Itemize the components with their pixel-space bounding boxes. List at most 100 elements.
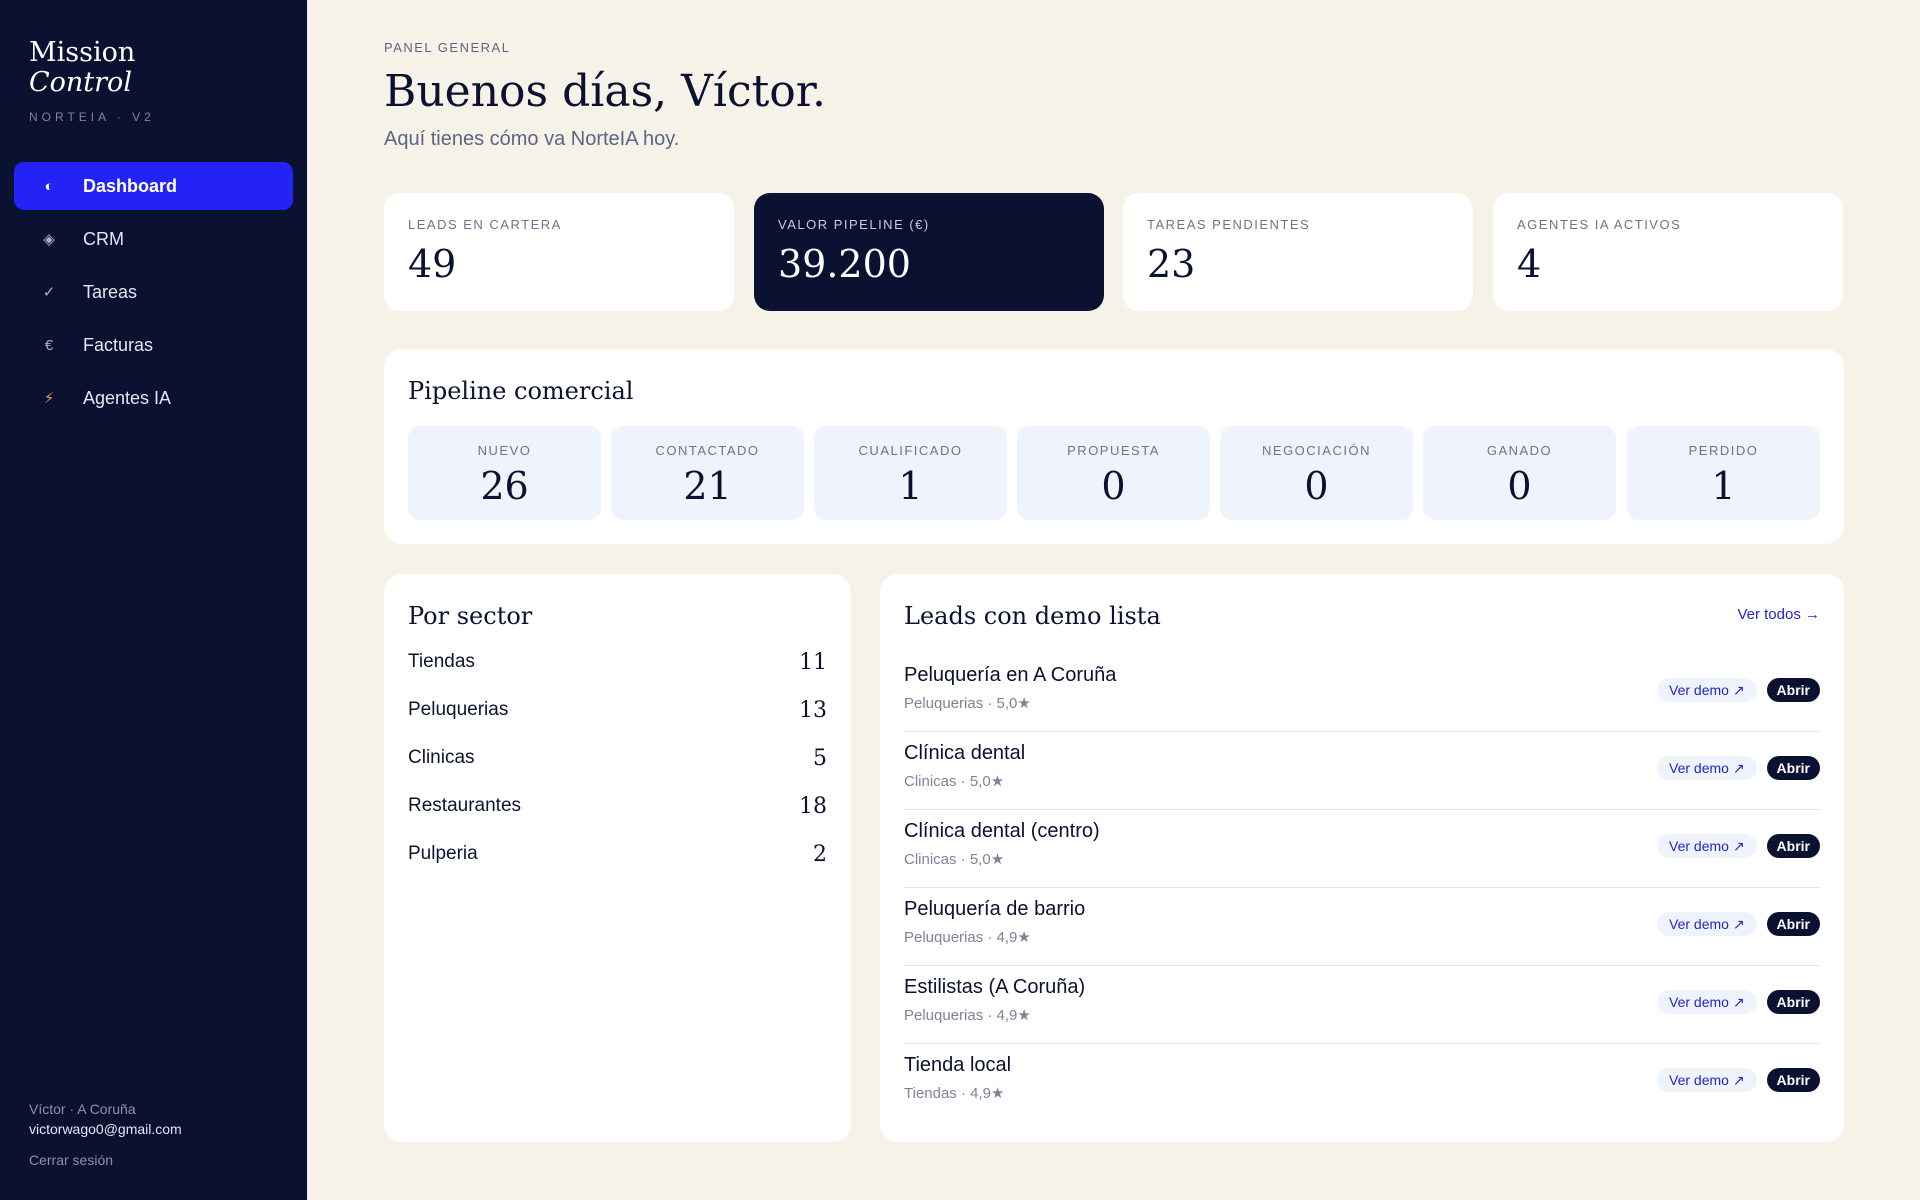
sector-panel: Por sector Tiendas 11 Peluquerias 13 Cli… bbox=[384, 574, 851, 1142]
lead-meta: Clinicas · 5,0★ bbox=[904, 773, 1005, 790]
lead-name: Estilistas (A Coruña) bbox=[904, 976, 1086, 998]
pipeline-stage-cualificado[interactable]: CUALIFICADO 1 bbox=[814, 426, 1007, 520]
lead-meta: Peluquerias · 5,0★ bbox=[904, 695, 1031, 712]
list-item: Peluquería de barrio Peluquerias · 4,9★ … bbox=[904, 888, 1820, 966]
stat-value: 4 bbox=[1517, 242, 1542, 286]
sidebar-item-label: Tareas bbox=[83, 281, 138, 302]
stage-value: 1 bbox=[898, 464, 923, 508]
brand-logo: Mission Control NORTEIA · V2 bbox=[29, 38, 155, 125]
lead-name: Peluquería de barrio bbox=[904, 898, 1086, 920]
sidebar: Mission Control NORTEIA · V2 ◐ Dashboard… bbox=[0, 0, 307, 1200]
view-demo-button[interactable]: Ver demo ↗ bbox=[1657, 834, 1757, 858]
euro-icon: € bbox=[44, 336, 54, 354]
stat-value: 49 bbox=[408, 242, 457, 286]
stat-label: VALOR PIPELINE (€) bbox=[778, 217, 930, 232]
check-icon: ✓ bbox=[42, 284, 56, 301]
pipeline-stage-negociacion[interactable]: NEGOCIACIÓN 0 bbox=[1220, 426, 1413, 520]
sidebar-item-facturas[interactable]: € Facturas bbox=[14, 321, 293, 369]
sidebar-item-label: Dashboard bbox=[83, 175, 178, 196]
sidebar-item-dashboard[interactable]: ◐ Dashboard bbox=[14, 162, 293, 210]
lead-actions: Ver demo ↗ Abrir bbox=[1657, 912, 1820, 936]
stat-card-agents: AGENTES IA ACTIVOS 4 bbox=[1493, 193, 1843, 311]
sector-name: Tiendas bbox=[408, 651, 475, 672]
stat-label: AGENTES IA ACTIVOS bbox=[1517, 217, 1682, 232]
pipeline-title: Pipeline comercial bbox=[408, 377, 634, 405]
view-demo-button[interactable]: Ver demo ↗ bbox=[1657, 912, 1757, 936]
stage-label: CONTACTADO bbox=[655, 443, 760, 458]
pipeline-stage-propuesta[interactable]: PROPUESTA 0 bbox=[1017, 426, 1210, 520]
list-item: Clínica dental Clinicas · 5,0★ Ver demo … bbox=[904, 732, 1820, 810]
sector-row: Peluquerias 13 bbox=[408, 686, 827, 734]
lead-actions: Ver demo ↗ Abrir bbox=[1657, 834, 1820, 858]
view-demo-button[interactable]: Ver demo ↗ bbox=[1657, 678, 1757, 702]
sector-row: Clinicas 5 bbox=[408, 734, 827, 782]
sector-count: 13 bbox=[799, 697, 827, 723]
view-demo-button[interactable]: Ver demo ↗ bbox=[1657, 990, 1757, 1014]
pipeline-stage-nuevo[interactable]: NUEVO 26 bbox=[408, 426, 601, 520]
stat-label: TAREAS PENDIENTES bbox=[1147, 217, 1311, 232]
open-button[interactable]: Abrir bbox=[1766, 678, 1820, 702]
stage-label: CUALIFICADO bbox=[858, 443, 963, 458]
sidebar-nav: ◐ Dashboard ◈ CRM ✓ Tareas € Facturas ⚡ … bbox=[14, 162, 293, 427]
crm-icon: ◈ bbox=[43, 231, 55, 248]
sector-count: 11 bbox=[799, 649, 827, 675]
sector-row: Pulperia 2 bbox=[408, 830, 827, 878]
list-item: Clínica dental (centro) Clinicas · 5,0★ … bbox=[904, 810, 1820, 888]
sector-count: 5 bbox=[813, 745, 827, 771]
stage-value: 0 bbox=[1304, 464, 1329, 508]
stat-value: 23 bbox=[1147, 242, 1196, 286]
stage-label: GANADO bbox=[1486, 443, 1553, 458]
logout-link[interactable]: Cerrar sesión bbox=[29, 1152, 113, 1168]
stat-label: LEADS EN CARTERA bbox=[408, 217, 562, 232]
view-demo-button[interactable]: Ver demo ↗ bbox=[1657, 1068, 1757, 1092]
sector-row: Tiendas 11 bbox=[408, 638, 827, 686]
demos-panel: Leads con demo lista Ver todos → Peluque… bbox=[880, 574, 1844, 1142]
stage-label: NUEVO bbox=[477, 443, 532, 458]
open-button[interactable]: Abrir bbox=[1766, 990, 1820, 1014]
stage-value: 0 bbox=[1101, 464, 1126, 508]
sector-name: Restaurantes bbox=[408, 795, 522, 816]
page-subtitle: Aquí tienes cómo va NorteIA hoy. bbox=[384, 128, 680, 150]
dashboard-icon: ◐ bbox=[44, 177, 54, 195]
sector-name: Peluquerias bbox=[408, 699, 509, 720]
lead-actions: Ver demo ↗ Abrir bbox=[1657, 1068, 1820, 1092]
demo-list: Peluquería en A Coruña Peluquerias · 5,0… bbox=[904, 654, 1820, 1122]
pipeline-stage-perdido[interactable]: PERDIDO 1 bbox=[1627, 426, 1820, 520]
sidebar-item-tareas[interactable]: ✓ Tareas bbox=[14, 268, 293, 316]
sidebar-item-crm[interactable]: ◈ CRM bbox=[14, 215, 293, 263]
lead-name: Peluquería en A Coruña bbox=[904, 664, 1117, 686]
user-info: Víctor · A Coruña victorwago0@gmail.com bbox=[29, 1099, 182, 1139]
user-name: Víctor · A Coruña bbox=[29, 1101, 136, 1117]
open-button[interactable]: Abrir bbox=[1766, 912, 1820, 936]
list-item: Peluquería en A Coruña Peluquerias · 5,0… bbox=[904, 654, 1820, 732]
pipeline-panel: Pipeline comercial NUEVO 26 CONTACTADO 2… bbox=[384, 349, 1844, 544]
stat-card-tasks: TAREAS PENDIENTES 23 bbox=[1123, 193, 1473, 311]
page-eyebrow: PANEL GENERAL bbox=[384, 40, 511, 55]
user-email: victorwago0@gmail.com bbox=[29, 1121, 182, 1137]
stat-card-pipeline-value: VALOR PIPELINE (€) 39.200 bbox=[754, 193, 1104, 311]
stage-value: 0 bbox=[1507, 464, 1532, 508]
sidebar-item-label: Facturas bbox=[83, 334, 154, 355]
stage-value: 26 bbox=[480, 464, 529, 508]
stat-card-leads: LEADS EN CARTERA 49 bbox=[384, 193, 734, 311]
sector-count: 18 bbox=[799, 793, 827, 819]
open-button[interactable]: Abrir bbox=[1766, 756, 1820, 780]
sector-name: Pulperia bbox=[408, 843, 478, 864]
see-all-link[interactable]: Ver todos → bbox=[1737, 606, 1820, 623]
sidebar-item-label: CRM bbox=[83, 228, 124, 249]
open-button[interactable]: Abrir bbox=[1766, 1068, 1820, 1092]
sector-title: Por sector bbox=[408, 602, 533, 630]
pipeline-stage-ganado[interactable]: GANADO 0 bbox=[1423, 426, 1616, 520]
pipeline-stage-contactado[interactable]: CONTACTADO 21 bbox=[611, 426, 804, 520]
sector-list: Tiendas 11 Peluquerias 13 Clinicas 5 Res… bbox=[408, 638, 827, 878]
stage-value: 1 bbox=[1711, 464, 1736, 508]
stat-value: 39.200 bbox=[778, 242, 911, 286]
sidebar-item-agentes-ia[interactable]: ⚡ Agentes IA bbox=[14, 374, 293, 422]
lead-actions: Ver demo ↗ Abrir bbox=[1657, 756, 1820, 780]
brand-title-line2: Control bbox=[29, 67, 132, 98]
list-item: Estilistas (A Coruña) Peluquerias · 4,9★… bbox=[904, 966, 1820, 1044]
page-title: Buenos días, Víctor. bbox=[384, 66, 826, 117]
sector-name: Clinicas bbox=[408, 747, 475, 768]
view-demo-button[interactable]: Ver demo ↗ bbox=[1657, 756, 1757, 780]
open-button[interactable]: Abrir bbox=[1766, 834, 1820, 858]
